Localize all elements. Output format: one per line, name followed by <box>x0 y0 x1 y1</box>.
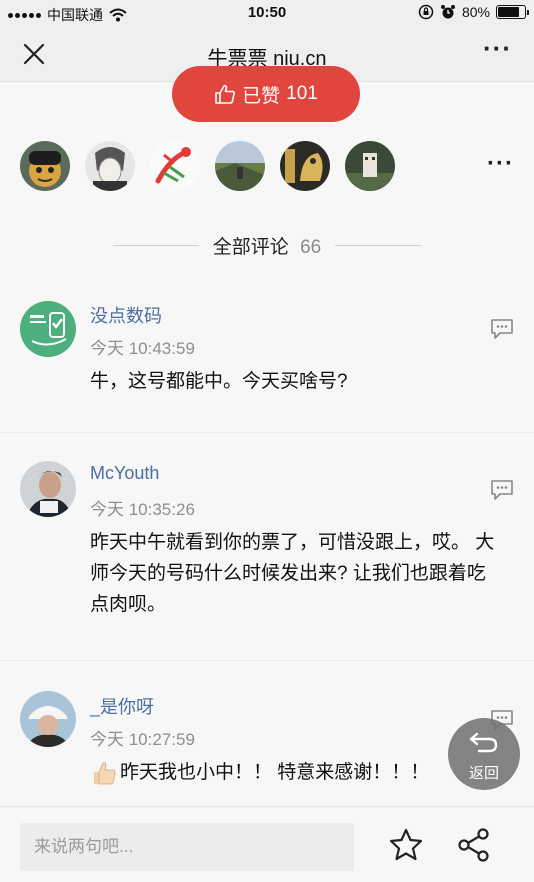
comment-text: 昨天我也小中！！ 特意来感谢！！！ <box>90 757 500 788</box>
floating-back-button[interactable]: 返回 <box>448 718 520 790</box>
thumbs-up-emoji-icon <box>90 759 118 787</box>
comments-title: 全部评论 <box>212 237 289 258</box>
like-label: 已赞 <box>242 85 281 107</box>
avatars-more-icon[interactable]: ··· <box>487 150 514 178</box>
comment-item: McYouth 今天 10:35:26 昨天中午就看到你的票了，可惜没跟上，哎。… <box>0 432 534 660</box>
comment-time: 今天 10:27:59 <box>90 730 195 749</box>
comment-text: 牛，这号都能中。今天买啥号? <box>90 371 348 392</box>
divider-left <box>112 245 199 246</box>
comment-author[interactable]: _是你呀 <box>90 693 154 719</box>
comment-time: 今天 10:35:26 <box>90 500 195 519</box>
reply-icon[interactable] <box>490 318 514 340</box>
bottom-bar <box>0 806 534 882</box>
share-icon[interactable] <box>456 827 492 863</box>
avatar-1[interactable] <box>20 141 70 191</box>
battery-percent: 80% <box>461 4 490 20</box>
undo-arrow-icon <box>469 732 498 753</box>
comments-count: 66 <box>300 237 322 258</box>
floating-back-label: 返回 <box>468 765 499 782</box>
status-bar: 中国联通 10:50 80% <box>0 0 534 26</box>
avatar-4[interactable] <box>215 141 265 191</box>
orientation-lock-icon <box>418 4 434 20</box>
comment-input[interactable] <box>20 823 354 871</box>
comment-item: 没点数码 今天 10:43:59 牛，这号都能中。今天买啥号? <box>0 280 534 432</box>
like-count: 101 <box>286 83 318 104</box>
comment-time: 今天 10:43:59 <box>90 339 195 358</box>
status-bar-right: 80% <box>418 4 529 20</box>
comment-avatar[interactable] <box>20 691 76 747</box>
alarm-icon <box>440 5 455 19</box>
avatar-5[interactable] <box>280 141 330 191</box>
comment-text: 昨天中午就看到你的票了，可惜没跟上，哎。 大师今天的号码什么时候发出来? 让我们… <box>90 532 495 615</box>
avatar-3[interactable] <box>150 141 200 191</box>
avatar-6[interactable] <box>345 141 395 191</box>
comment-author[interactable]: McYouth <box>90 463 159 484</box>
comment-author[interactable]: 没点数码 <box>90 302 162 328</box>
more-icon[interactable]: ··· <box>483 35 512 61</box>
comments-header: 全部评论 66 <box>0 232 534 259</box>
star-icon[interactable] <box>388 827 424 863</box>
battery-icon <box>496 5 529 19</box>
reply-icon[interactable] <box>490 479 514 501</box>
comment-text-content: 昨天我也小中！！ 特意来感谢！！！ <box>120 762 430 783</box>
avatar-2[interactable] <box>85 141 135 191</box>
divider-right <box>335 245 422 246</box>
comment-avatar[interactable] <box>20 461 76 517</box>
comment-avatar[interactable] <box>20 301 76 357</box>
liker-avatars <box>20 141 395 191</box>
thumbs-up-icon <box>215 84 236 104</box>
like-button[interactable]: 已赞 101 <box>172 66 360 122</box>
